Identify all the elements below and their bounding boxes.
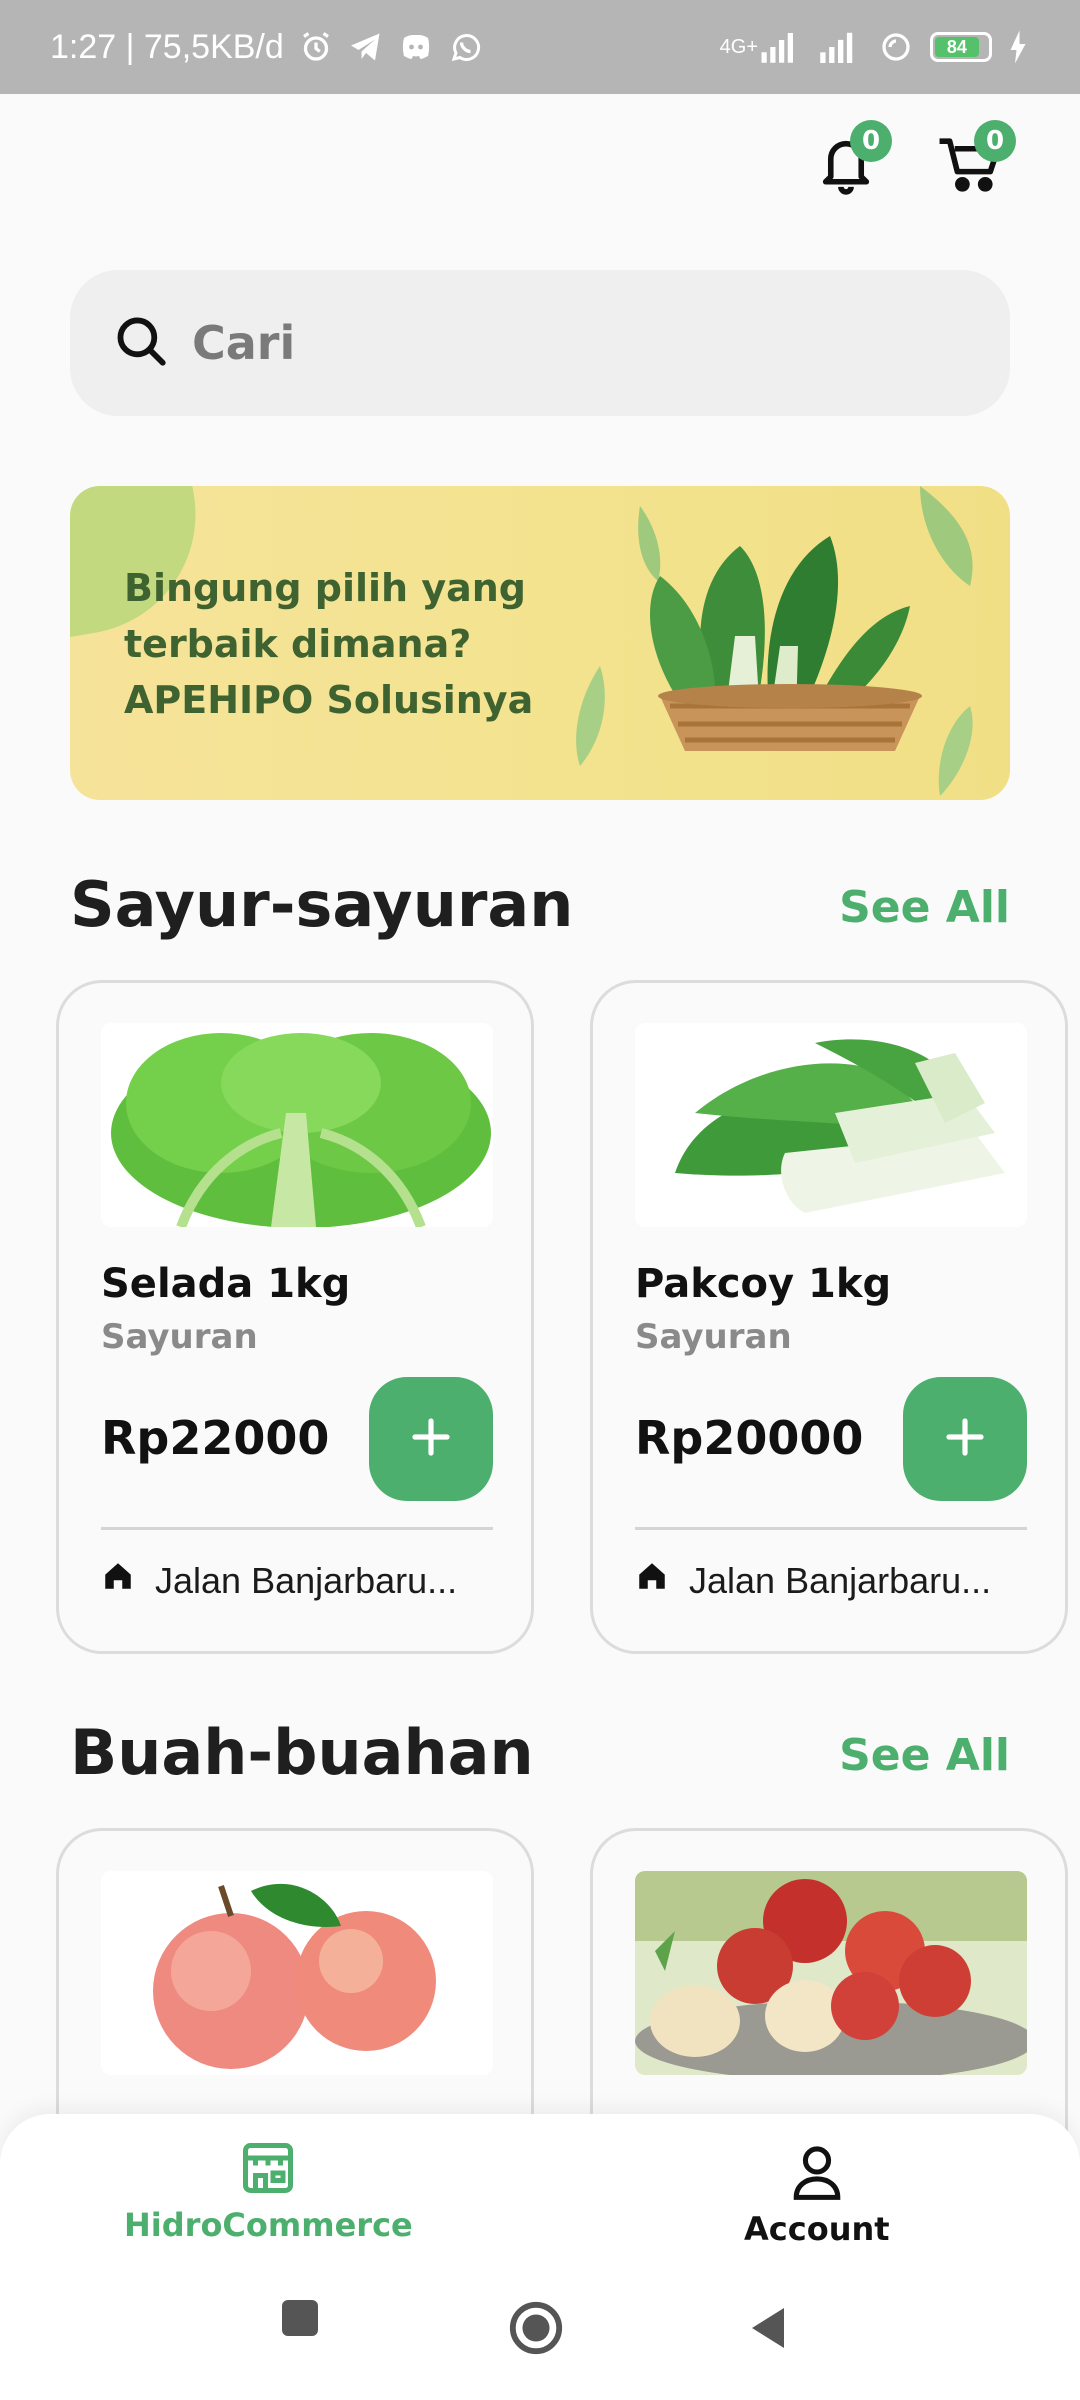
product-price: Rp20000 [635, 1411, 864, 1465]
product-image-lettuce [101, 1023, 493, 1227]
search-input[interactable] [192, 316, 892, 370]
location-text: Jalan Banjarbaru... [689, 1559, 992, 1601]
search-bar[interactable] [70, 270, 1010, 416]
home-button[interactable] [506, 2300, 566, 2360]
hotspot-icon [876, 29, 916, 65]
square-icon [280, 2298, 320, 2342]
plus-icon [941, 1413, 989, 1465]
banner-line-3: APEHIPO Solusinya [124, 678, 534, 722]
section-title-fruits: Buah-buahan [70, 1716, 534, 1789]
whatsapp-icon [448, 29, 484, 65]
nav-account[interactable]: Account [744, 2142, 890, 2248]
card-divider [635, 1527, 1027, 1530]
back-button[interactable] [748, 2300, 788, 2360]
store-icon [635, 1559, 669, 1602]
product-image-apple-bowl [635, 1871, 1027, 2075]
notification-badge: 0 [850, 120, 892, 162]
store-front-icon [238, 2138, 298, 2202]
see-all-fruits-link[interactable]: See All [839, 1730, 1010, 1781]
network-label: 4G+ [719, 36, 758, 58]
promo-banner[interactable]: Bingung pilih yang terbaik dimana? APEHI… [70, 486, 1010, 800]
status-bar: 1:27 | 75,5KB/d 4G+ 84 [0, 0, 1080, 94]
product-image-pakcoy [635, 1023, 1027, 1227]
banner-text: Bingung pilih yang terbaik dimana? APEHI… [124, 560, 533, 728]
recents-button[interactable] [280, 2300, 320, 2340]
notification-button[interactable]: 0 [806, 120, 892, 206]
user-icon [789, 2142, 845, 2206]
product-name: Pakcoy 1kg [635, 1261, 892, 1307]
back-triangle-icon [748, 2304, 788, 2356]
nav-home-label: HidroCommerce [124, 2206, 413, 2244]
see-all-vegetables-link[interactable]: See All [839, 882, 1010, 933]
network-4g-icon: 4G+ [720, 31, 800, 63]
product-name: Selada 1kg [101, 1261, 351, 1307]
cart-button[interactable]: 0 [930, 120, 1016, 206]
discord-icon [398, 29, 434, 65]
card-divider [101, 1527, 493, 1530]
product-category: Sayuran [101, 1317, 258, 1357]
status-time: 1:27 | 75,5KB/d [50, 27, 284, 66]
banner-line-1: Bingung pilih yang [124, 566, 527, 610]
vegetable-basket-illustration [576, 486, 973, 796]
product-card[interactable]: Selada 1kg Sayuran Rp22000 Jalan Banjarb… [56, 980, 534, 1654]
add-to-cart-button[interactable] [369, 1377, 493, 1501]
circle-home-icon [507, 2299, 565, 2361]
section-title-vegetables: Sayur-sayuran [70, 868, 574, 941]
product-location: Jalan Banjarbaru... [635, 1559, 991, 1602]
product-card[interactable]: Pakcoy 1kg Sayuran Rp20000 Jalan Banjarb… [590, 980, 1068, 1654]
banner-line-2: terbaik dimana? [124, 622, 472, 666]
alarm-icon [298, 29, 334, 65]
location-text: Jalan Banjarbaru... [155, 1559, 458, 1601]
product-image-apples [101, 1871, 493, 2075]
product-category: Sayuran [635, 1317, 792, 1357]
product-price: Rp22000 [101, 1411, 330, 1465]
product-location: Jalan Banjarbaru... [101, 1559, 457, 1602]
search-icon [112, 312, 170, 374]
nav-home[interactable]: HidroCommerce [124, 2138, 413, 2244]
cart-badge: 0 [974, 120, 1016, 162]
add-to-cart-button[interactable] [903, 1377, 1027, 1501]
charging-icon [1006, 29, 1030, 65]
battery-icon: 84 [930, 32, 992, 62]
nav-account-label: Account [744, 2210, 890, 2248]
store-icon [101, 1559, 135, 1602]
telegram-icon [348, 29, 384, 65]
signal-icon [814, 31, 862, 63]
plus-icon [407, 1413, 455, 1465]
battery-level: 84 [935, 37, 979, 57]
